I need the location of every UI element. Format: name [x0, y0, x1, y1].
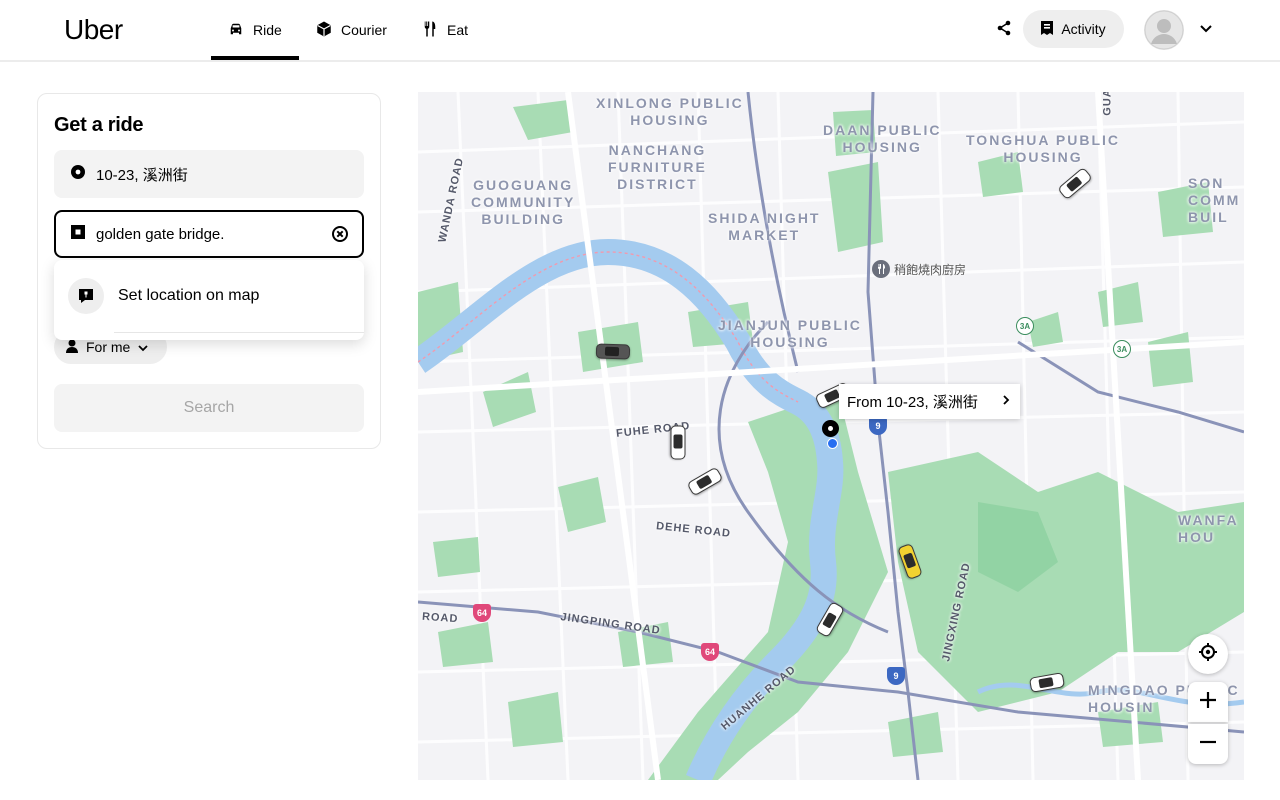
- pickup-input[interactable]: 10-23, 溪洲街: [54, 150, 364, 198]
- pickup-tooltip[interactable]: From 10-23, 溪洲街: [839, 384, 1020, 419]
- fork-knife-icon: [421, 20, 439, 41]
- search-button[interactable]: Search: [54, 384, 364, 432]
- rider-selector-label: For me: [86, 339, 131, 355]
- set-location-on-map-option[interactable]: Set location on map: [54, 274, 364, 318]
- tab-eat-label: Eat: [447, 22, 469, 38]
- vehicle-marker: [670, 425, 686, 460]
- chevron-down-icon: [138, 339, 148, 355]
- avatar[interactable]: [1144, 10, 1184, 50]
- tab-courier[interactable]: Courier: [299, 0, 403, 60]
- route-shield: 64: [701, 643, 719, 661]
- area-label: TONGHUA PUBLIC HOUSING: [966, 132, 1120, 165]
- map-view[interactable]: XINLONG PUBLIC HOUSING DAAN PUBLIC HOUSI…: [418, 92, 1244, 780]
- share-icon: [996, 20, 1012, 41]
- pickup-dot-icon: [70, 164, 86, 184]
- area-label: NANCHANG FURNITURE DISTRICT: [608, 142, 707, 192]
- set-location-label: Set location on map: [118, 287, 260, 304]
- pickup-value: 10-23, 溪洲街: [96, 166, 188, 184]
- zoom-in-button[interactable]: [1188, 682, 1228, 722]
- car-icon: [227, 20, 245, 41]
- route-shield: 9: [869, 417, 887, 435]
- clear-input-icon[interactable]: [330, 224, 350, 244]
- receipt-icon: [1041, 20, 1054, 38]
- recenter-button[interactable]: [1188, 634, 1228, 674]
- suggestion-dropdown: Set location on map: [54, 260, 364, 340]
- minus-icon: [1199, 733, 1217, 756]
- box-icon: [315, 20, 333, 41]
- share-button[interactable]: [992, 18, 1016, 42]
- area-label: WANFA HOU: [1178, 512, 1239, 545]
- dropoff-input[interactable]: golden gate bridge.: [54, 210, 364, 258]
- person-icon: [66, 339, 78, 356]
- area-label: JIANJUN PUBLIC HOUSING: [718, 317, 862, 350]
- tab-courier-label: Courier: [341, 22, 387, 38]
- pickup-tooltip-label: From 10-23, 溪洲街: [847, 394, 978, 411]
- dropoff-value: golden gate bridge.: [96, 225, 225, 243]
- area-label: SON COMM BUIL: [1188, 175, 1241, 225]
- chevron-right-icon: [1002, 393, 1010, 410]
- ride-request-panel: Get a ride 10-23, 溪洲街 golden gate bridge…: [37, 93, 381, 449]
- uber-logo[interactable]: Uber: [64, 14, 123, 46]
- account-menu-button[interactable]: [1196, 20, 1216, 40]
- map-pin-chat-icon: [68, 278, 104, 314]
- pickup-pin-icon: [822, 420, 839, 437]
- crosshair-icon: [1198, 642, 1218, 667]
- tab-ride[interactable]: Ride: [211, 0, 299, 60]
- poi-label: 稍飽燒肉廚房: [894, 262, 967, 277]
- top-nav-bar: Uber Ride Courier Eat Activity: [0, 0, 1280, 60]
- route-shield: 3A: [1113, 340, 1131, 358]
- area-label: SHIDA NIGHT MARKET: [708, 210, 821, 243]
- area-label: XINLONG PUBLIC HOUSING: [596, 95, 744, 128]
- road-label: GUA: [1101, 92, 1114, 116]
- vehicle-marker: [595, 343, 631, 360]
- area-label: DAAN PUBLIC HOUSING: [823, 122, 942, 155]
- dropoff-square-icon: [70, 224, 86, 244]
- route-shield: 64: [473, 604, 491, 622]
- chevron-down-icon: [1199, 21, 1213, 39]
- road-label: ROAD: [421, 610, 459, 626]
- route-shield: 9: [887, 667, 905, 685]
- tab-ride-label: Ride: [253, 22, 282, 38]
- fork-knife-icon: [872, 260, 890, 278]
- activity-label: Activity: [1061, 21, 1106, 37]
- plus-icon: [1199, 691, 1217, 714]
- zoom-out-button[interactable]: [1188, 724, 1228, 764]
- divider: [114, 332, 364, 333]
- tab-eat[interactable]: Eat: [405, 0, 484, 60]
- activity-button[interactable]: Activity: [1023, 10, 1124, 48]
- user-silhouette-icon: [1144, 10, 1184, 50]
- restaurant-poi[interactable]: 稍飽燒肉廚房: [872, 260, 966, 278]
- area-label: GUOGUANG COMMUNITY BUILDING: [471, 177, 576, 227]
- panel-title: Get a ride: [54, 114, 144, 136]
- route-shield: 3A: [1016, 317, 1034, 335]
- current-location-dot-icon: [827, 438, 838, 449]
